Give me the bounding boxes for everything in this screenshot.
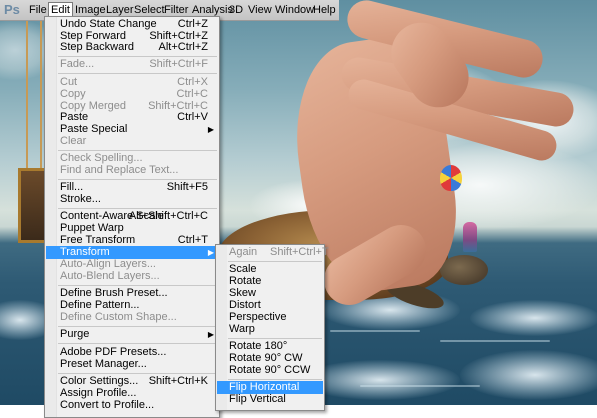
menu-item-label: Find and Replace Text... — [60, 164, 179, 176]
submenu-item-warp[interactable]: Warp — [217, 323, 323, 336]
picture-rope — [26, 20, 28, 168]
menu-separator — [58, 285, 217, 286]
menu-item-define-custom-shape[interactable]: Define Custom Shape... — [46, 311, 218, 324]
menu-item-preset-manager[interactable]: Preset Manager... — [46, 358, 218, 371]
menu-item-label: Define Custom Shape... — [60, 311, 177, 323]
menu-item-label: Convert to Profile... — [60, 399, 155, 411]
picture-rope — [40, 20, 42, 168]
wave-line — [440, 340, 550, 342]
wave-foam — [460, 350, 597, 400]
menu-item-label: Fade... — [60, 58, 95, 70]
transform-submenu: Again Shift+Ctrl+T Scale Rotate Skew Dist… — [215, 244, 329, 411]
wave-line — [360, 385, 480, 387]
menu-item-clear[interactable]: Clear — [46, 135, 218, 148]
menu-item-label: Stroke... — [60, 193, 101, 205]
menu-separator — [58, 56, 217, 57]
menu-separator — [228, 379, 322, 380]
submenu-item-again[interactable]: Again Shift+Ctrl+T — [217, 246, 329, 259]
girl-figure — [463, 222, 477, 252]
menu-3d[interactable]: 3D — [229, 4, 243, 18]
menu-separator — [58, 343, 217, 344]
menu-separator — [58, 208, 217, 209]
menu-item-label: Rotate 90° CCW — [229, 364, 311, 376]
menu-item-find-replace[interactable]: Find and Replace Text... — [46, 164, 218, 177]
menu-separator — [58, 179, 217, 180]
menu-item-shortcut: Alt+Ctrl+Z — [158, 41, 208, 53]
photoshop-logo-icon: Ps — [4, 2, 20, 17]
menu-window[interactable]: Window — [275, 4, 314, 18]
submenu-arrow-icon: ▶ — [207, 330, 214, 339]
submenu-item-rotate-90-ccw[interactable]: Rotate 90° CCW — [217, 364, 323, 377]
menu-item-label: Warp — [229, 323, 255, 335]
menu-separator — [58, 373, 217, 374]
menu-separator — [228, 338, 322, 339]
menu-item-shortcut: Shift+Ctrl+T — [270, 246, 329, 258]
hot-air-balloon — [440, 165, 462, 191]
menu-item-auto-blend[interactable]: Auto-Blend Layers... — [46, 270, 218, 283]
menu-separator — [58, 73, 217, 74]
menu-item-label: Auto-Blend Layers... — [60, 270, 160, 282]
menu-item-label: Clear — [60, 135, 87, 147]
menu-item-step-backward[interactable]: Step Backward Alt+Ctrl+Z — [46, 41, 218, 54]
edit-menu-dropdown: Undo State Change Ctrl+Z Step Forward Shif… — [44, 16, 220, 418]
menu-separator — [58, 150, 217, 151]
menu-item-label: Step Backward — [60, 41, 134, 53]
menu-item-purge[interactable]: Purge ▶ — [46, 328, 218, 341]
menu-item-stroke[interactable]: Stroke... — [46, 193, 218, 206]
menu-item-label: Purge — [60, 328, 90, 340]
menu-separator — [58, 326, 217, 327]
menu-item-shortcut: Shift+Ctrl+F — [149, 58, 208, 70]
menu-separator — [228, 261, 322, 262]
menu-item-label: Preset Manager... — [60, 358, 147, 370]
menu-item-convert-to-profile[interactable]: Convert to Profile... — [46, 399, 218, 412]
menu-edit[interactable]: Edit — [48, 2, 73, 17]
menu-item-label: Again — [229, 246, 258, 258]
menu-help[interactable]: Help — [313, 4, 336, 18]
wave-foam — [470, 300, 597, 336]
wave-line — [330, 330, 420, 332]
menu-view[interactable]: View — [248, 4, 272, 18]
menu-item-label: Flip Vertical — [229, 393, 286, 405]
turtle-head — [440, 255, 488, 285]
menu-item-fade[interactable]: Fade... Shift+Ctrl+F — [46, 58, 218, 71]
submenu-item-flip-vertical[interactable]: Flip Vertical — [217, 393, 323, 406]
